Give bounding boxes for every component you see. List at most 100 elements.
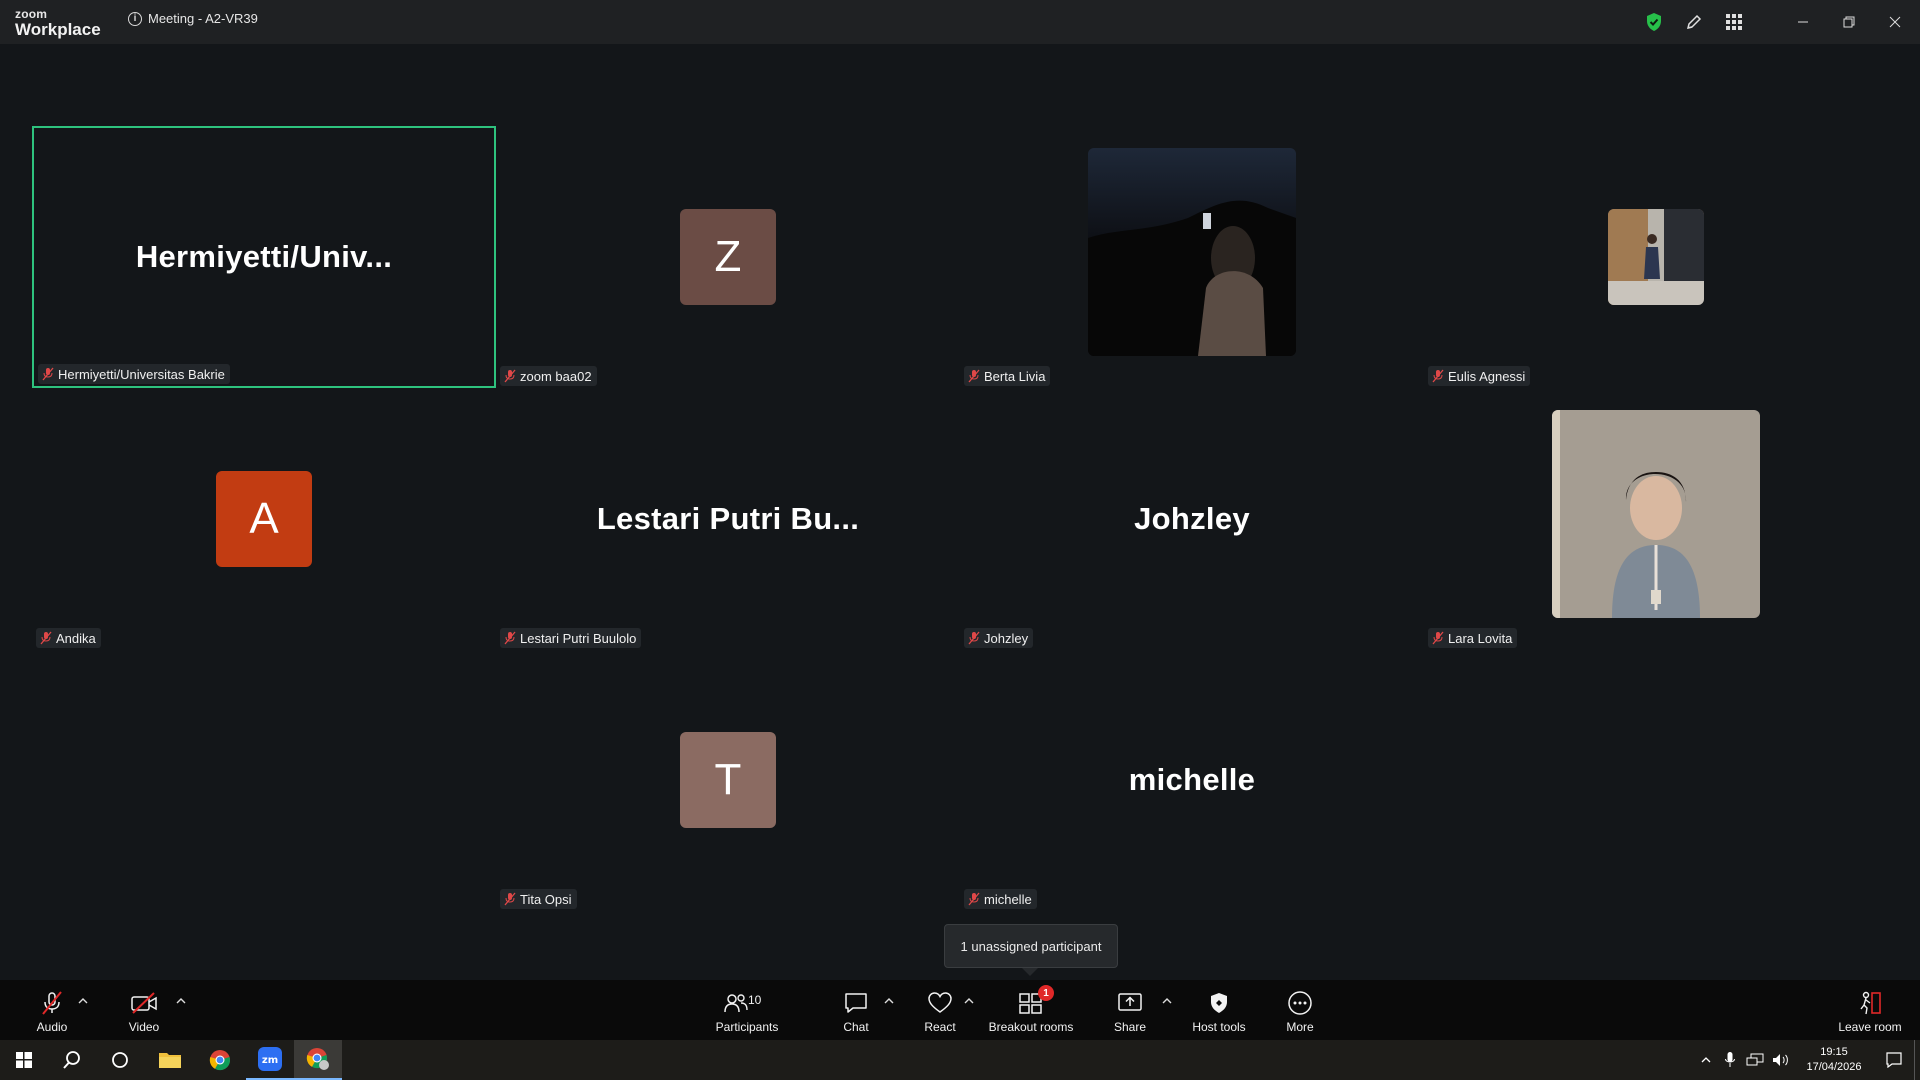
chat-icon [845,993,867,1013]
audio-label: Audio [36,1020,68,1034]
host-tools-shield-icon [1211,993,1227,1013]
show-desktop-strip[interactable] [1914,1040,1920,1080]
participant-display-name: michelle [1128,762,1256,797]
host-tools-button[interactable]: Host tools [1190,980,1248,1040]
svg-text:zm: zm [262,1055,278,1066]
audio-options-chevron-icon[interactable] [76,994,90,1008]
react-button[interactable]: React [920,980,960,1040]
video-tile-lara-lovita[interactable]: Lara Lovita [1424,388,1888,650]
name-tag: zoom baa02 [500,366,597,386]
participant-name: Berta Livia [984,368,1046,384]
participant-name: Eulis Agnessi [1448,368,1526,384]
show-hidden-icons-chevron-icon[interactable] [1694,1040,1718,1080]
breakout-rooms-button[interactable]: 1 Breakout rooms [984,980,1078,1040]
tooltip-arrow [1022,968,1038,976]
breakout-notification-badge: 1 [1038,985,1054,1001]
windows-taskbar: zm 19:15 17/04/2026 [0,1040,1920,1080]
name-tag: Johzley [964,628,1034,648]
participants-button[interactable]: 10 Participants [710,980,784,1040]
participants-label: Participants [715,1020,779,1034]
video-tile-michelle[interactable]: michelle michelle [960,649,1424,911]
video-tile-hermiyetti[interactable]: Hermiyetti/Univ... Hermiyetti/Universita… [32,126,496,388]
info-icon[interactable]: i [128,11,142,26]
name-tag: Andika [36,628,101,648]
participants-count: 10 [748,993,762,1007]
network-icon[interactable] [1742,1040,1768,1080]
muted-mic-icon [504,631,516,645]
participant-name: Hermiyetti/Universitas Bakrie [58,366,225,382]
search-icon[interactable] [48,1040,96,1080]
mic-muted-icon [42,991,62,1015]
video-options-chevron-icon[interactable] [174,994,188,1008]
taskbar-clock[interactable]: 19:15 17/04/2026 [1794,1045,1874,1075]
leave-room-label: Leave room [1838,1020,1902,1034]
share-button[interactable]: Share [1110,980,1150,1040]
react-options-chevron-icon[interactable] [962,994,976,1008]
participant-name: Andika [56,630,96,646]
participant-name: Tita Opsi [520,891,572,907]
chrome-profile-taskbar-icon[interactable] [294,1040,342,1080]
video-tile-zoom-baa02[interactable]: Z zoom baa02 [496,126,960,388]
participants-icon [724,994,748,1013]
participant-name: michelle [984,891,1032,907]
logo-workplace-text: Workplace [15,20,101,39]
meeting-info[interactable]: i Meeting - A2-VR39 [128,11,258,26]
restore-button[interactable] [1826,0,1872,44]
name-tag: Hermiyetti/Universitas Bakrie [38,364,230,384]
muted-mic-icon [504,892,516,906]
annotate-pencil-icon[interactable] [1674,0,1714,44]
clock-time: 19:15 [1820,1046,1848,1058]
chat-button[interactable]: Chat [836,980,876,1040]
name-tag: Eulis Agnessi [1428,366,1531,386]
heart-icon [928,992,952,1013]
leave-room-icon [1860,991,1881,1015]
windows-start-icon[interactable] [0,1040,48,1080]
video-tile-johzley[interactable]: Johzley Johzley [960,388,1424,650]
apps-grid-icon[interactable] [1714,0,1754,44]
video-button[interactable]: Video [120,980,168,1040]
participant-name: zoom baa02 [520,368,592,384]
unassigned-tooltip: 1 unassigned participant [944,924,1118,968]
microphone-tray-icon[interactable] [1718,1040,1742,1080]
avatar: T [680,732,776,828]
avatar: Z [680,209,776,305]
chat-options-chevron-icon[interactable] [882,994,896,1008]
participant-display-name: Hermiyetti/Univ... [135,239,393,274]
volume-icon[interactable] [1768,1040,1794,1080]
chrome-icon[interactable] [196,1040,244,1080]
muted-mic-icon [1432,631,1444,645]
video-tile-andika[interactable]: A Andika [32,388,496,650]
participant-name: Johzley [984,630,1029,646]
audio-button[interactable]: Audio [30,980,74,1040]
name-tag: Lestari Putri Buulolo [500,628,642,648]
file-explorer-icon[interactable] [146,1040,194,1080]
share-options-chevron-icon[interactable] [1160,994,1174,1008]
more-dots-icon [1288,991,1312,1015]
muted-mic-icon [968,892,980,906]
video-tile-eulis-agnessi[interactable]: Eulis Agnessi [1424,126,1888,388]
zoom-taskbar-icon[interactable]: zm [246,1040,294,1080]
name-tag: Lara Lovita [1428,628,1518,648]
close-button[interactable] [1872,0,1918,44]
share-label: Share [1113,1020,1147,1034]
chat-label: Chat [843,1020,869,1034]
share-screen-icon [1118,993,1142,1011]
video-tile-berta-livia[interactable]: Berta Livia [960,126,1424,388]
react-label: React [924,1020,956,1034]
video-tile-lestari[interactable]: Lestari Putri Bu... Lestari Putri Buulol… [496,388,960,650]
breakout-rooms-label: Breakout rooms [988,1020,1074,1034]
cortana-icon[interactable] [96,1040,144,1080]
meeting-toolbar: Audio Video 10 Participants Chat React 1… [0,980,1920,1040]
leave-room-button[interactable]: Leave room [1836,980,1904,1040]
notification-center-icon[interactable] [1874,1040,1914,1080]
video-label: Video [128,1020,160,1034]
secure-shield-icon[interactable] [1634,0,1674,44]
muted-mic-icon [42,367,54,381]
video-tile-tita-opsi[interactable]: T Tita Opsi [496,649,960,911]
minimize-button[interactable] [1780,0,1826,44]
more-button[interactable]: More [1280,980,1320,1040]
more-label: More [1286,1020,1314,1034]
participant-name: Lara Lovita [1448,630,1513,646]
clock-date: 17/04/2026 [1806,1061,1862,1073]
title-bar: zoom Workplace i Meeting - A2-VR39 [0,0,1920,44]
